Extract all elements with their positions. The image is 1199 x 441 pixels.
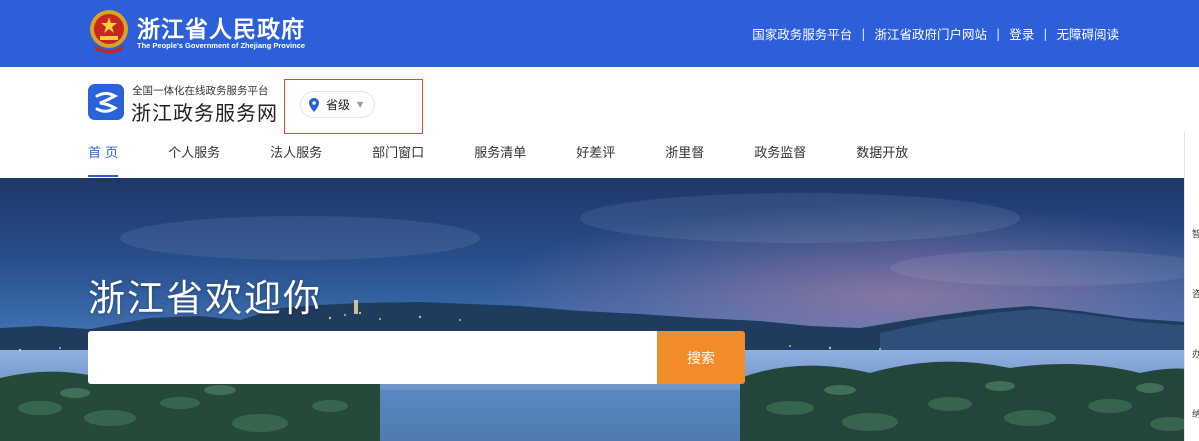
nav-service-list[interactable]: 服务清单 <box>474 144 526 177</box>
national-platform-link[interactable]: 国家政务服务平台 <box>752 24 852 43</box>
top-links: 国家政务服务平台 | 浙江省政府门户网站 | 登录 | 无障碍阅读 <box>752 24 1119 43</box>
nav-rating[interactable]: 好差评 <box>576 144 615 177</box>
government-subtitle: The People's Government of Zhejiang Prov… <box>137 41 306 50</box>
site-header: 全国一体化在线政务服务平台 浙江政务服务网 省级 ▼ 首 页 个人服务 法人服务… <box>0 67 1199 177</box>
location-pin-icon <box>309 97 319 112</box>
government-title: 浙江省人民政府 <box>137 16 305 43</box>
side-item-handle[interactable]: 办 <box>1192 347 1199 360</box>
separator: | <box>861 26 866 41</box>
side-item-consult[interactable]: 咨 <box>1192 287 1199 300</box>
main-nav: 首 页 个人服务 法人服务 部门窗口 服务清单 好差评 浙里督 政务监督 数据开… <box>88 144 958 177</box>
region-selector-highlight: 省级 ▼ <box>284 79 423 134</box>
region-label: 省级 <box>326 98 351 112</box>
chevron-down-icon: ▼ <box>357 100 364 109</box>
nav-home[interactable]: 首 页 <box>88 144 119 177</box>
nav-personal-services[interactable]: 个人服务 <box>168 144 220 177</box>
region-selector[interactable]: 省级 ▼ <box>300 91 375 118</box>
national-emblem-icon <box>90 10 128 54</box>
search-button[interactable]: 搜索 <box>657 331 745 384</box>
nav-corporate-services[interactable]: 法人服务 <box>270 144 322 177</box>
site-name[interactable]: 浙江政务服务网 <box>131 97 278 126</box>
nav-department-windows[interactable]: 部门窗口 <box>372 144 424 177</box>
nav-open-data[interactable]: 数据开放 <box>856 144 908 177</box>
side-item-smart[interactable]: 智 <box>1192 227 1199 240</box>
hero-banner: 浙江省欢迎你 搜索 <box>0 178 1199 441</box>
separator: | <box>996 26 1001 41</box>
government-topbar: 浙江省人民政府 The People's Government of Zheji… <box>0 0 1199 67</box>
search-input[interactable] <box>88 331 657 384</box>
hero-title: 浙江省欢迎你 <box>88 277 322 320</box>
nav-supervision[interactable]: 浙里督 <box>665 144 704 177</box>
zhejiang-service-logo-icon[interactable] <box>88 84 124 120</box>
side-item-tax[interactable]: 纳 <box>1192 407 1199 420</box>
provincial-portal-link[interactable]: 浙江省政府门户网站 <box>875 24 988 43</box>
floating-side-panel: 智 咨 办 纳 <box>1184 132 1199 441</box>
login-link[interactable]: 登录 <box>1009 24 1034 43</box>
accessibility-link[interactable]: 无障碍阅读 <box>1056 24 1119 43</box>
logo-tagline: 全国一体化在线政务服务平台 <box>132 85 269 97</box>
separator: | <box>1043 26 1048 41</box>
nav-government-oversight[interactable]: 政务监督 <box>754 144 806 177</box>
